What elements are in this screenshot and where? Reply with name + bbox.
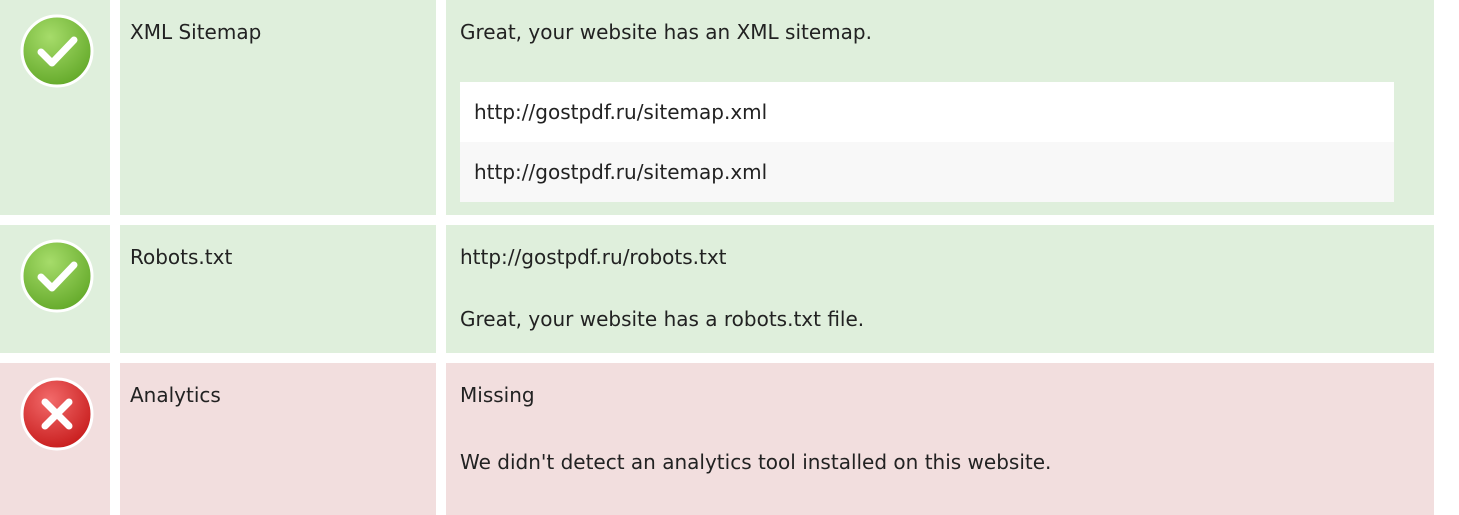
xml-sitemap-name-cell: XML Sitemap	[120, 0, 436, 215]
robots-status-cell	[0, 225, 110, 353]
sitemap-url[interactable]: http://gostpdf.ru/sitemap.xml	[460, 82, 1394, 142]
check-name: XML Sitemap	[130, 20, 262, 44]
check-name: Robots.txt	[130, 245, 233, 269]
check-icon	[19, 238, 95, 314]
analytics-status-text: Missing	[460, 383, 535, 407]
check-message: We didn't detect an analytics tool insta…	[460, 450, 1052, 474]
xml-sitemap-status-cell	[0, 0, 110, 215]
sitemap-url[interactable]: http://gostpdf.ru/sitemap.xml	[460, 142, 1394, 202]
robots-details-cell: http://gostpdf.ru/robots.txt Great, your…	[446, 225, 1434, 353]
robots-name-cell: Robots.txt	[120, 225, 436, 353]
robots-url[interactable]: http://gostpdf.ru/robots.txt	[460, 243, 727, 271]
check-message: Great, your website has an XML sitemap.	[460, 20, 872, 44]
analytics-status-cell	[0, 363, 110, 515]
analytics-details-cell: Missing We didn't detect an analytics to…	[446, 363, 1434, 515]
check-icon	[19, 13, 95, 89]
analytics-name-cell: Analytics	[120, 363, 436, 515]
sitemap-url-list: http://gostpdf.ru/sitemap.xml http://gos…	[460, 82, 1394, 202]
check-name: Analytics	[130, 383, 221, 407]
cross-icon	[19, 376, 95, 452]
check-message: Great, your website has a robots.txt fil…	[460, 307, 865, 331]
xml-sitemap-details-cell: Great, your website has an XML sitemap. …	[446, 0, 1434, 215]
